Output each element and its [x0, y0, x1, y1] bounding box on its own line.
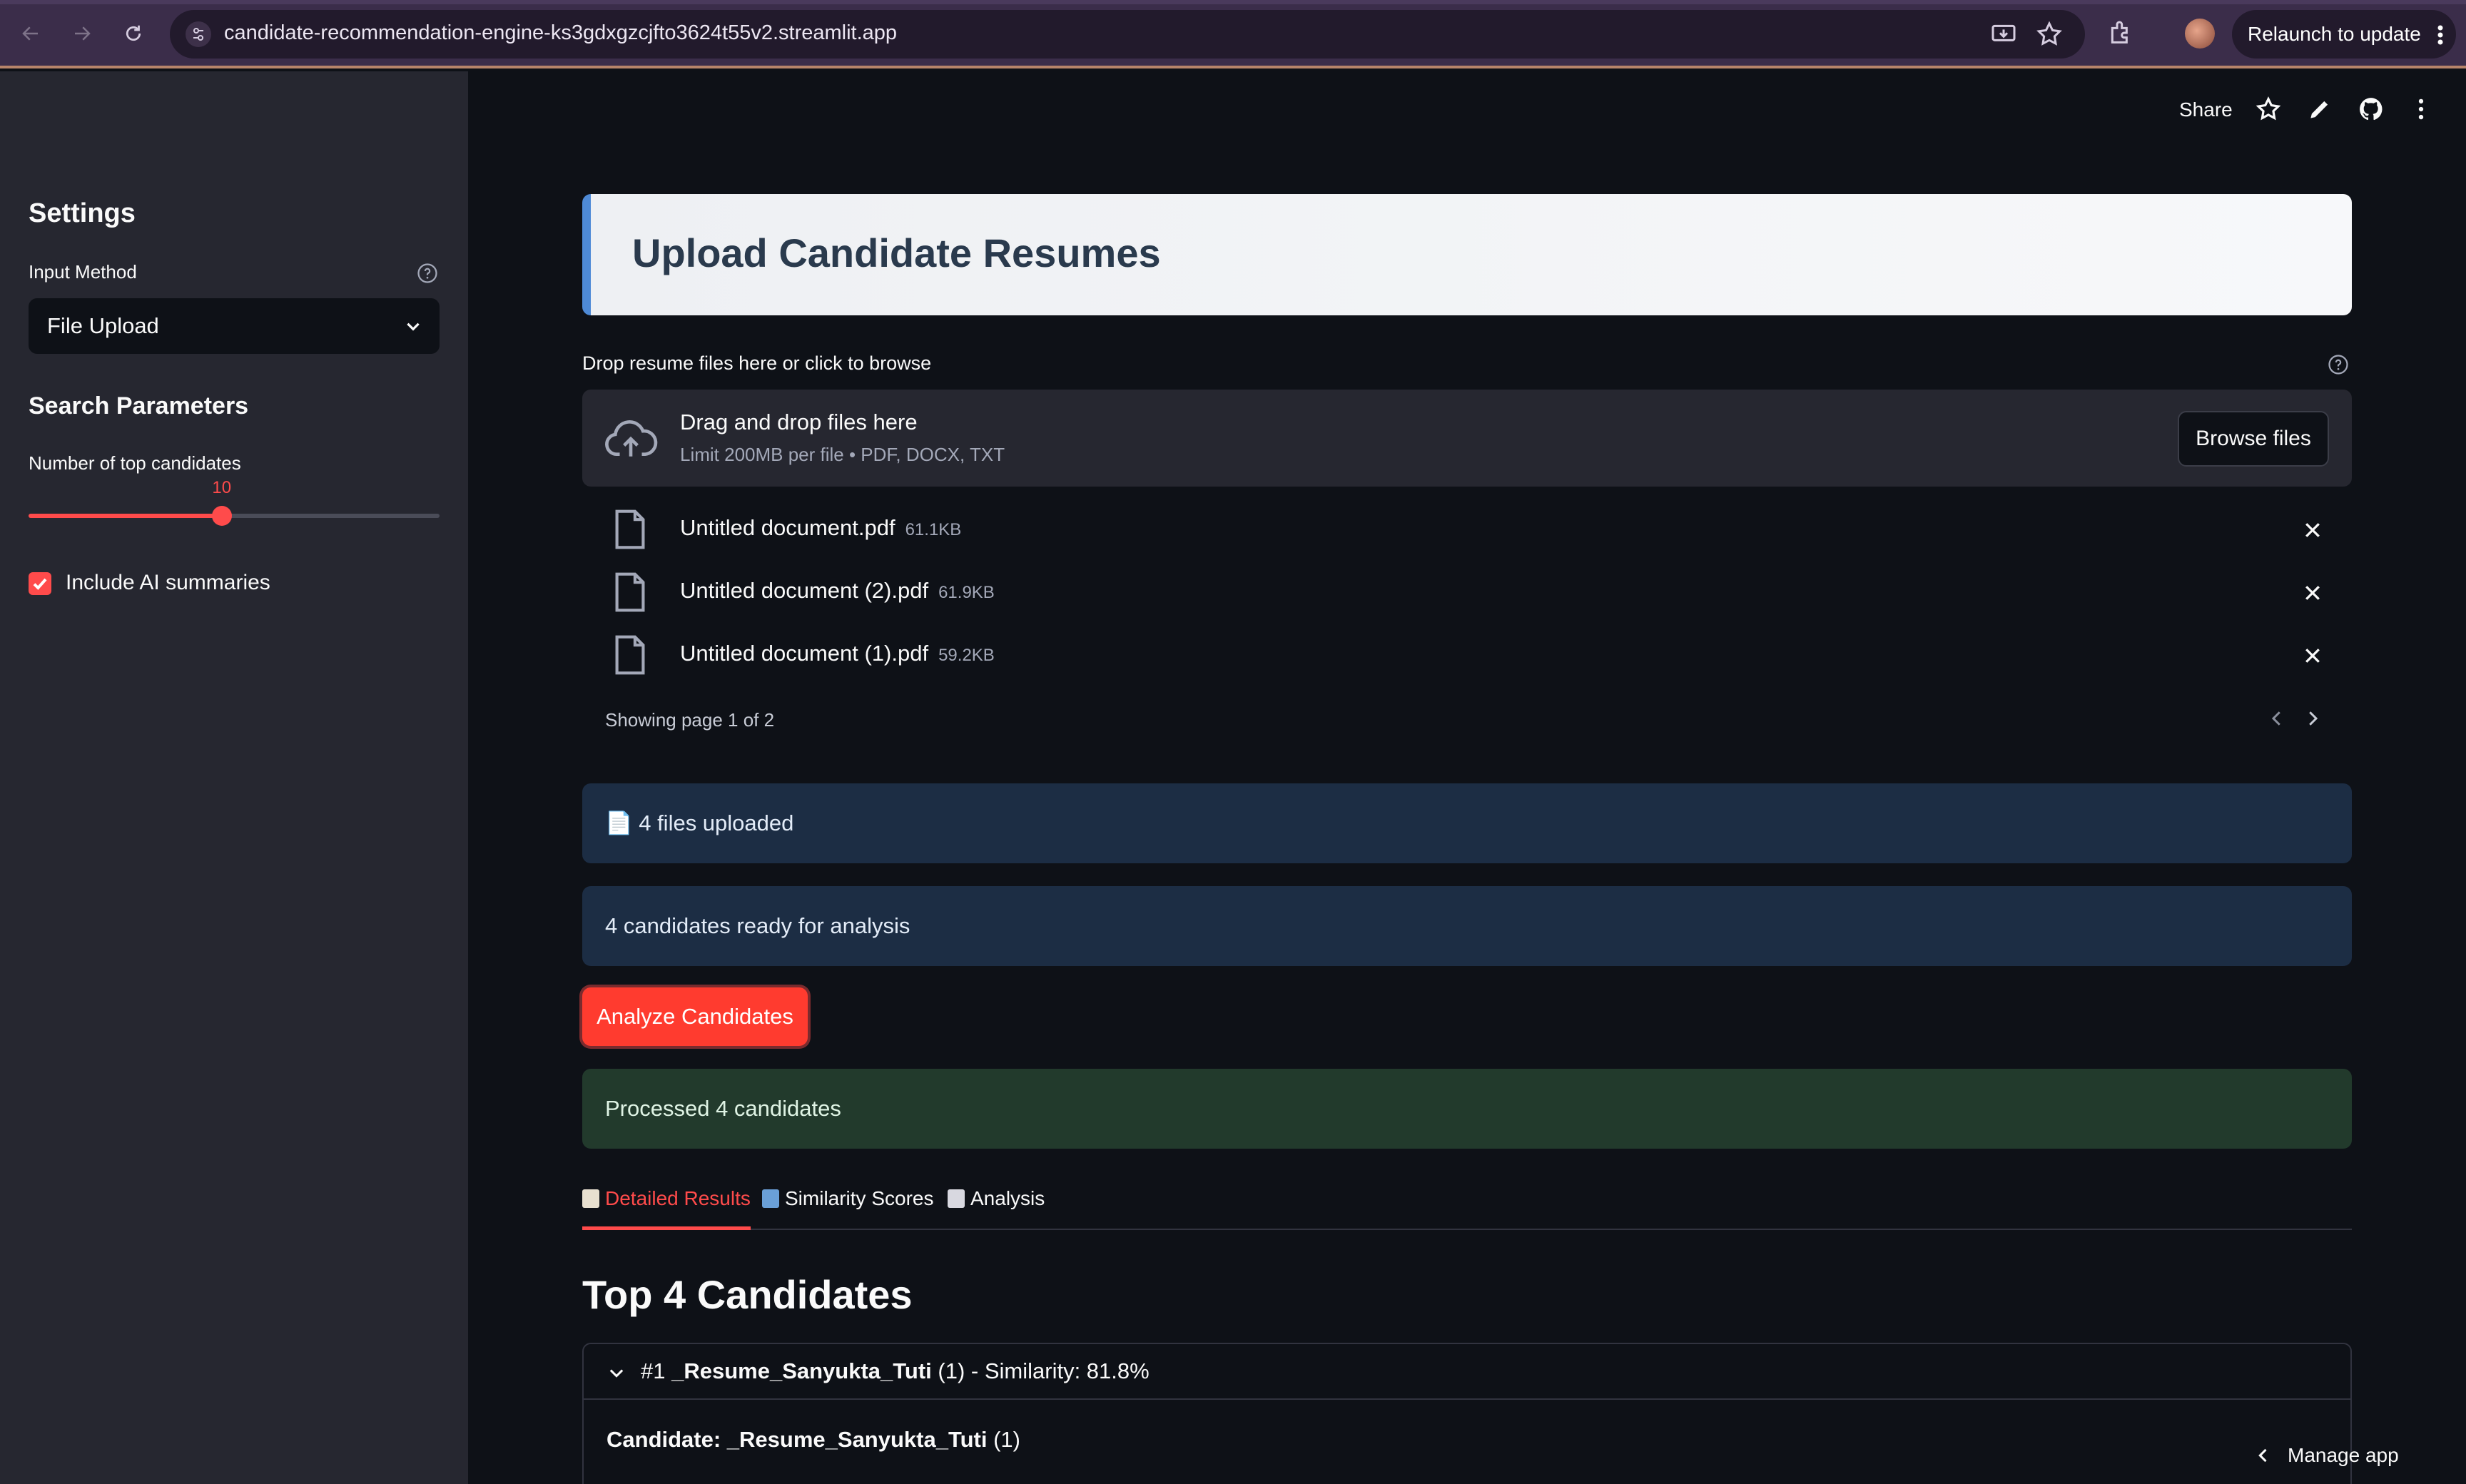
page-header: Upload Candidate Resumes: [582, 194, 2352, 315]
file-row: Untitled document.pdf 61.1KB: [582, 499, 2352, 562]
slider-fill: [29, 514, 222, 518]
browser-toolbar: candidate-recommendation-engine-ks3gdxgz…: [0, 0, 2466, 68]
settings-heading: Settings: [29, 198, 136, 228]
trend-chart-icon: [948, 1189, 965, 1208]
bar-chart-icon: [762, 1189, 779, 1208]
browser-menu-icon[interactable]: [2436, 24, 2445, 46]
relaunch-label: Relaunch to update: [2248, 23, 2421, 45]
forward-icon[interactable]: [67, 19, 97, 49]
app-root: candidate-recommendation-engine-ks3gdxgz…: [0, 0, 2466, 1484]
chevron-down-icon: [407, 322, 420, 331]
search-parameters-heading: Search Parameters: [29, 392, 249, 420]
edit-pencil-icon[interactable]: [2306, 96, 2333, 123]
manage-app-button[interactable]: Manage app: [2241, 1434, 2466, 1477]
input-method-value: File Upload: [47, 313, 159, 338]
processed-alert: Processed 4 candidates: [582, 1069, 2352, 1149]
dropzone-title: Drag and drop files here: [680, 410, 918, 434]
file-size: 61.1KB: [905, 520, 962, 539]
cloud-upload-icon: [605, 420, 658, 457]
file-icon: [615, 572, 645, 612]
main-menu-icon[interactable]: [2407, 96, 2435, 123]
results-tabs: Detailed Results Similarity Scores Analy…: [582, 1184, 2352, 1230]
tab-detailed-results[interactable]: Detailed Results: [582, 1187, 751, 1230]
clipboard-icon: [582, 1189, 599, 1208]
file-name: Untitled document (1).pdf 59.2KB: [680, 641, 995, 666]
expander-header[interactable]: #1 _Resume_Sanyukta_Tuti (1) - Similarit…: [584, 1344, 2350, 1400]
checkmark-icon: [33, 578, 47, 590]
pagination-text: Showing page 1 of 2: [605, 709, 775, 731]
candidate-name: Candidate: _Resume_Sanyukta_Tuti (1): [607, 1427, 1020, 1452]
remove-file-icon[interactable]: [2302, 645, 2323, 666]
browse-files-button[interactable]: Browse files: [2178, 411, 2329, 467]
file-size: 59.2KB: [938, 646, 995, 665]
github-icon[interactable]: [2358, 96, 2385, 123]
file-icon: [615, 509, 645, 549]
install-app-icon[interactable]: [1989, 20, 2018, 49]
file-size: 61.9KB: [938, 583, 995, 602]
site-info-icon[interactable]: [186, 21, 211, 47]
star-icon[interactable]: [2255, 96, 2282, 123]
remove-file-icon[interactable]: [2302, 582, 2323, 604]
tab-analysis[interactable]: Analysis: [948, 1187, 1045, 1230]
candidate-expander: #1 _Resume_Sanyukta_Tuti (1) - Similarit…: [582, 1343, 2352, 1484]
page-title: Upload Candidate Resumes: [632, 230, 1161, 275]
slider-thumb[interactable]: [211, 506, 232, 526]
profile-avatar[interactable]: [2185, 19, 2215, 49]
file-row: Untitled document (2).pdf 61.9KB: [582, 562, 2352, 625]
input-method-select[interactable]: File Upload: [29, 298, 440, 354]
chevron-right-icon[interactable]: [2302, 708, 2323, 729]
back-icon[interactable]: [16, 19, 46, 49]
expander-title: #1 _Resume_Sanyukta_Tuti (1) - Similarit…: [641, 1358, 1150, 1383]
bookmark-star-icon[interactable]: [2035, 20, 2064, 49]
chevron-left-icon[interactable]: [2266, 708, 2288, 729]
chevron-left-icon: [2258, 1448, 2267, 1463]
help-icon[interactable]: [2328, 354, 2349, 375]
dropzone-subtitle: Limit 200MB per file • PDF, DOCX, TXT: [680, 444, 1005, 465]
sidebar: Settings Input Method File Upload Search…: [0, 71, 468, 1484]
manage-app-label: Manage app: [2288, 1444, 2399, 1466]
slider-value: 10: [212, 478, 232, 497]
tab-similarity-scores[interactable]: Similarity Scores: [762, 1187, 933, 1230]
tab-strip-edge: [0, 0, 2466, 4]
candidates-ready-alert: 4 candidates ready for analysis: [582, 886, 2352, 966]
input-method-label: Input Method: [29, 261, 137, 283]
uploader-label: Drop resume files here or click to brows…: [582, 352, 932, 374]
share-button[interactable]: Share: [2179, 98, 2233, 121]
ai-summaries-label[interactable]: Include AI summaries: [66, 571, 270, 595]
relaunch-button[interactable]: Relaunch to update: [2232, 10, 2456, 59]
help-icon[interactable]: [417, 263, 438, 284]
top-candidates-slider[interactable]: 10: [29, 478, 440, 526]
ai-summaries-checkbox[interactable]: [29, 572, 51, 595]
file-icon: [615, 635, 645, 675]
file-row: Untitled document (1).pdf 59.2KB: [582, 625, 2352, 688]
reload-icon[interactable]: [118, 19, 148, 49]
chevron-down-icon: [609, 1369, 624, 1378]
extensions-icon[interactable]: [2106, 19, 2135, 47]
files-uploaded-alert: 📄 4 files uploaded: [582, 783, 2352, 863]
analyze-candidates-button[interactable]: Analyze Candidates: [582, 987, 808, 1046]
file-dropzone[interactable]: Drag and drop files here Limit 200MB per…: [582, 390, 2352, 487]
file-name: Untitled document.pdf 61.1KB: [680, 515, 962, 540]
url-text[interactable]: candidate-recommendation-engine-ks3gdxgz…: [224, 21, 897, 45]
remove-file-icon[interactable]: [2302, 519, 2323, 541]
top-candidates-label: Number of top candidates: [29, 452, 241, 474]
file-name: Untitled document (2).pdf 61.9KB: [680, 578, 995, 603]
results-heading: Top 4 Candidates: [582, 1272, 913, 1317]
address-bar[interactable]: candidate-recommendation-engine-ks3gdxgz…: [170, 10, 2085, 59]
